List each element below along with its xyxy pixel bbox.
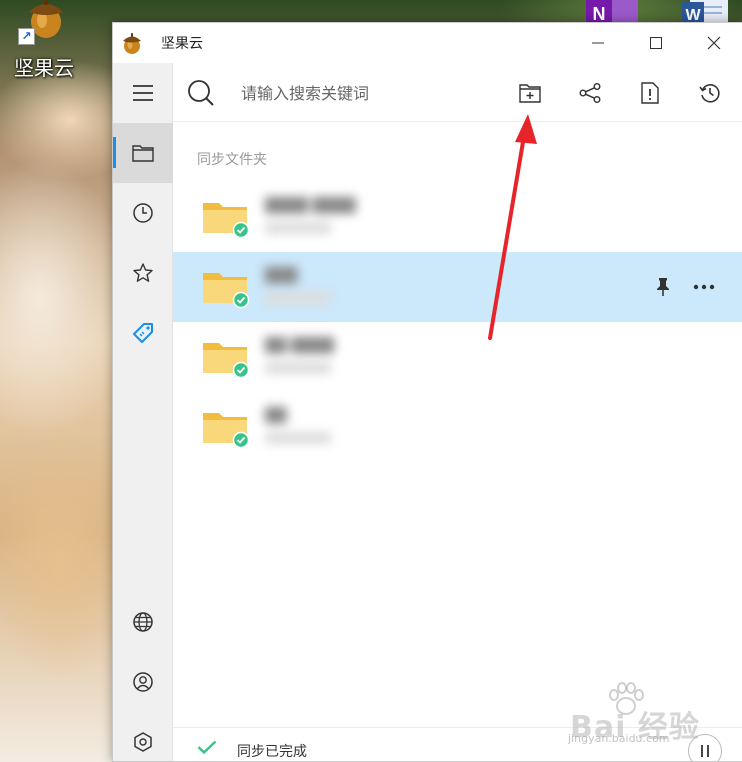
jianguoyun-window: 坚果云 请输入搜索关键词 同步文件夹 ████ ████ ███ ██ ████… [112, 22, 742, 762]
minimize-button[interactable] [569, 23, 627, 63]
status-bar: 同步已完成 [173, 727, 742, 761]
window-title: 坚果云 [161, 36, 203, 52]
sidebar-item-account[interactable] [113, 652, 173, 712]
folder-outline-icon [132, 145, 154, 162]
user-avatar-icon [133, 672, 153, 692]
sidebar-item-tags[interactable] [113, 303, 173, 363]
share-button[interactable] [575, 78, 605, 108]
shortcut-arrow-icon: ↗ [18, 28, 35, 45]
folder-row[interactable]: ██ [173, 392, 742, 462]
folder-row[interactable]: ██ ████ [173, 322, 742, 392]
folder-row[interactable]: ████ ████ [173, 182, 742, 252]
maximize-icon [650, 37, 662, 49]
checkmark-icon [197, 740, 217, 754]
close-button[interactable] [685, 23, 742, 63]
folder-icon [203, 413, 250, 449]
folder-icon [203, 203, 250, 239]
folder-name: ██ ████ [265, 336, 375, 376]
sidebar-item-recent[interactable] [113, 183, 173, 243]
desktop-shortcut-jianguoyun[interactable]: ↗ 坚果云 [4, 0, 82, 80]
file-info-button[interactable] [635, 78, 665, 108]
sidebar-item-starred[interactable] [113, 243, 173, 303]
pin-button[interactable] [650, 274, 676, 300]
new-folder-icon [519, 84, 541, 103]
acorn-app-icon [123, 33, 141, 54]
pause-icon [701, 745, 709, 757]
menu-button[interactable] [113, 63, 173, 123]
sidebar-item-settings[interactable] [113, 712, 173, 761]
sidebar-item-files[interactable] [113, 123, 173, 183]
onenote-letter: N [593, 4, 606, 24]
pin-icon [657, 278, 669, 296]
title-bar[interactable]: 坚果云 [113, 23, 742, 63]
pause-sync-button[interactable] [688, 734, 722, 761]
minimize-icon [592, 42, 604, 44]
history-button[interactable] [695, 78, 725, 108]
clock-icon [133, 203, 153, 223]
maximize-button[interactable] [627, 23, 685, 63]
settings-hexagon-icon [134, 732, 152, 752]
search-input[interactable] [241, 80, 461, 106]
onenote-desktop-icon[interactable]: N [586, 0, 640, 24]
sidebar-item-web[interactable] [113, 592, 173, 652]
folder-name: ███ [265, 266, 375, 306]
sync-status-text: 同步已完成 [237, 744, 307, 760]
new-folder-button[interactable] [515, 78, 545, 108]
share-icon [579, 83, 601, 103]
hamburger-menu-icon [133, 85, 153, 101]
file-info-icon [641, 82, 659, 104]
toolbar [173, 63, 742, 122]
section-title-sync-folders: 同步文件夹 [197, 152, 267, 168]
folder-icon [203, 343, 250, 379]
more-horizontal-icon [693, 284, 715, 290]
folder-row-selected[interactable]: ███ [173, 252, 742, 322]
history-icon [699, 84, 720, 103]
close-icon [707, 36, 721, 50]
search-icon[interactable] [187, 79, 215, 107]
sidebar [113, 63, 173, 761]
folder-icon [203, 273, 250, 309]
globe-icon [133, 612, 153, 632]
folder-name: ████ ████ [265, 196, 375, 236]
star-icon [133, 263, 153, 282]
folder-name: ██ [265, 406, 375, 446]
desktop-shortcut-label: 坚果云 [14, 56, 74, 80]
more-options-button[interactable] [691, 274, 717, 300]
tag-icon [133, 323, 153, 343]
word-desktop-icon[interactable]: W [682, 0, 730, 24]
